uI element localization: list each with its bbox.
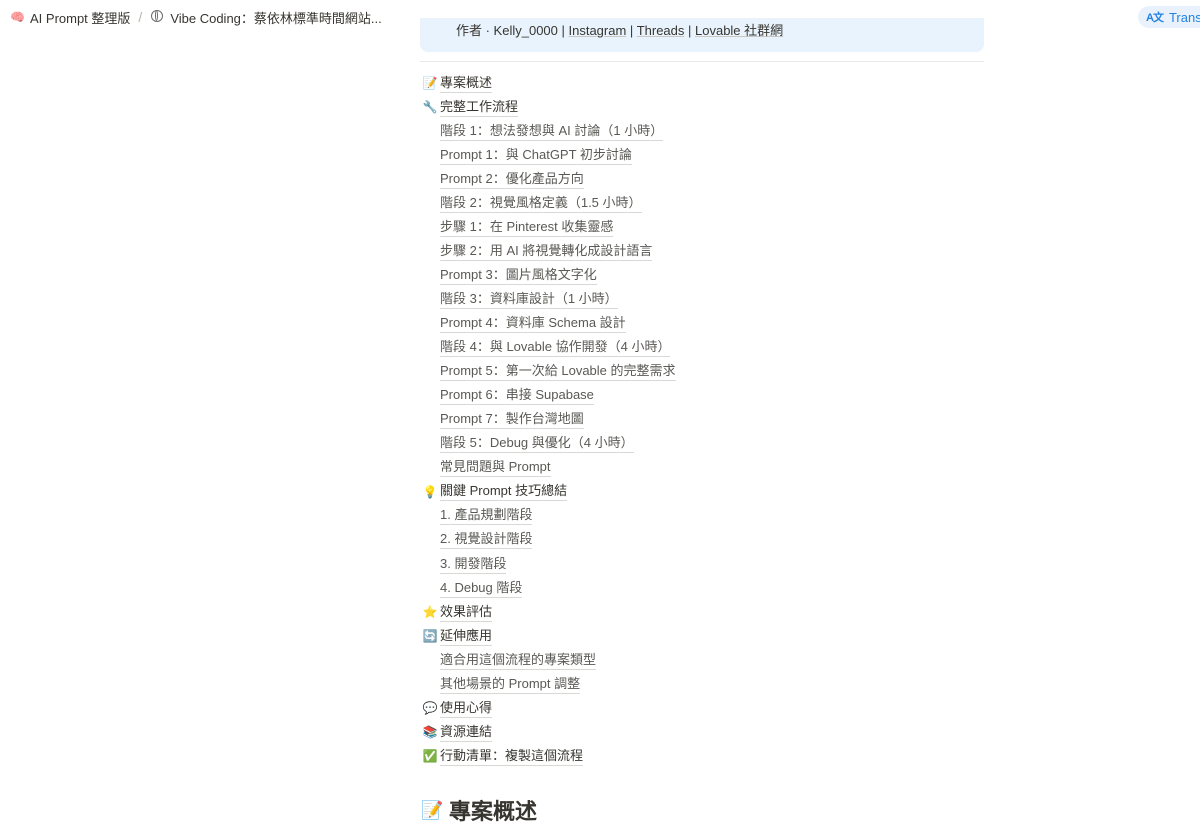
toc-item-label: Prompt 5：第一次給 Lovable 的完整需求	[440, 362, 676, 382]
instagram-link[interactable]: Instagram	[569, 23, 627, 38]
refresh-icon: 🔄	[422, 629, 438, 644]
toc-item-label: 步驟 2：用 AI 將視覺轉化成設計語言	[440, 242, 653, 261]
toc-item[interactable]: 📚 資源連結	[422, 720, 493, 744]
toc-item-label: 1. 產品規劃階段	[440, 506, 533, 526]
toc-item-label: Prompt 1：與 ChatGPT 初步討論	[440, 146, 632, 165]
toc-item-label: 完整工作流程	[440, 98, 519, 117]
section-heading-label: 專案概述	[449, 799, 538, 824]
toc-item[interactable]: 💬 使用心得	[422, 696, 493, 720]
breadcrumb-label: AI Prompt 整理版	[30, 10, 131, 26]
lightbulb-icon: 💡	[422, 484, 438, 499]
globe-icon-wrap	[150, 10, 164, 24]
toc-item[interactable]: 💡 關鍵 Prompt 技巧總結	[422, 480, 568, 504]
toc-item[interactable]: 常見問題與 Prompt	[440, 456, 551, 480]
toc-item-label: 關鍵 Prompt 技巧總結	[440, 482, 568, 502]
toc-item[interactable]: ✅ 行動清單：複製這個流程	[422, 744, 584, 768]
toc-item-label: 階段 4：與 Lovable 協作開發（4 小時）	[440, 338, 671, 358]
toc-item-label: 階段 5：Debug 與優化（4 小時）	[440, 434, 634, 454]
toc-item[interactable]: 3. 開發階段	[440, 552, 507, 576]
toc-item[interactable]: 適合用這個流程的專案類型	[440, 648, 597, 672]
toc-item-label: Prompt 6：串接 Supabase	[440, 386, 594, 406]
toc-item-label: 資源連結	[440, 723, 493, 742]
toc-item[interactable]: Prompt 7：製作台灣地圖	[440, 408, 584, 432]
toc-item-label: 行動清單：複製這個流程	[440, 747, 584, 766]
translate-icon: A文	[1146, 12, 1164, 24]
memo-icon: 📝	[422, 76, 438, 90]
toc-item-label: 階段 2：視覺風格定義（1.5 小時）	[440, 194, 642, 213]
toc-item-label: 延伸應用	[440, 627, 493, 646]
brain-icon: 🧠	[10, 10, 25, 24]
toc-item-label: 2. 視覺設計階段	[440, 530, 533, 550]
toc-item[interactable]: Prompt 6：串接 Supabase	[440, 384, 594, 408]
toc-item-label: Prompt 3：圖片風格文字化	[440, 266, 597, 285]
callout-prefix: 作者 · Kelly_0000 |	[456, 23, 565, 38]
toc-item-label: 階段 3：資料庫設計（1 小時）	[440, 290, 618, 309]
breadcrumb-item-ai-prompt[interactable]: 🧠 AI Prompt 整理版	[6, 8, 134, 27]
breadcrumb-separator: /	[138, 9, 143, 25]
breadcrumb-label: Vibe Coding：蔡依林標準時間網站...	[170, 10, 382, 26]
breadcrumb-item-vibe-coding[interactable]: Vibe Coding：蔡依林標準時間網站...	[146, 8, 385, 27]
toc-item-label: Prompt 4：資料庫 Schema 設計	[440, 314, 626, 333]
toc-item-label: 其他場景的 Prompt 調整	[440, 675, 581, 694]
toc-item[interactable]: 其他場景的 Prompt 調整	[440, 672, 581, 696]
toc-item[interactable]: Prompt 3：圖片風格文字化	[440, 263, 597, 287]
toc-item[interactable]: 階段 4：與 Lovable 協作開發（4 小時）	[440, 336, 671, 360]
toc-item-label: 效果評估	[440, 603, 493, 622]
toc-item-label: 使用心得	[440, 699, 493, 718]
toc-item[interactable]: Prompt 5：第一次給 Lovable 的完整需求	[440, 360, 676, 384]
toc-item-label: 適合用這個流程的專案類型	[440, 651, 597, 670]
toc-item[interactable]: 4. Debug 階段	[440, 576, 523, 600]
toc-item[interactable]: 🔄 延伸應用	[422, 624, 493, 648]
threads-link[interactable]: Threads	[637, 23, 685, 38]
divider	[420, 61, 984, 62]
toc-item-label: Prompt 7：製作台灣地圖	[440, 410, 584, 430]
toc-item-label: 階段 1：想法發想與 AI 討論（1 小時）	[440, 122, 664, 141]
section-heading: 📝 專案概述	[421, 794, 537, 826]
toc-item[interactable]: Prompt 1：與 ChatGPT 初步討論	[440, 143, 632, 167]
toc-item[interactable]: 階段 2：視覺風格定義（1.5 小時）	[440, 191, 642, 215]
author-callout: 作者 · Kelly_0000 | Instagram | Threads | …	[420, 18, 984, 52]
speech-bubble-icon: 💬	[422, 701, 438, 716]
toc-item[interactable]: 🔧 完整工作流程	[422, 95, 519, 119]
toc-item[interactable]: Prompt 4：資料庫 Schema 設計	[440, 312, 626, 336]
globe-icon	[151, 10, 164, 22]
toc-item[interactable]: Prompt 2：優化產品方向	[440, 167, 584, 191]
toc-item[interactable]: 步驟 2：用 AI 將視覺轉化成設計語言	[440, 239, 653, 263]
toc-item[interactable]: 📝 專案概述	[422, 71, 493, 95]
toc-item[interactable]: 階段 3：資料庫設計（1 小時）	[440, 287, 618, 311]
toc-item-label: Prompt 2：優化產品方向	[440, 170, 584, 189]
books-icon: 📚	[422, 725, 438, 740]
check-icon: ✅	[422, 749, 438, 764]
toc-item-label: 常見問題與 Prompt	[440, 458, 551, 478]
toc-item-label: 步驟 1：在 Pinterest 收集靈感	[440, 218, 614, 237]
translate-label: Translate	[1168, 9, 1200, 25]
callout-text: 作者 · Kelly_0000 | Instagram | Threads | …	[456, 23, 784, 38]
toc-item[interactable]: 階段 5：Debug 與優化（4 小時）	[440, 432, 634, 456]
toc-item[interactable]: 步驟 1：在 Pinterest 收集靈感	[440, 215, 614, 239]
translate-button[interactable]: A文 Translate	[1138, 6, 1200, 28]
memo-icon: 📝	[421, 799, 444, 820]
wrench-icon: 🔧	[422, 100, 438, 115]
toc-item-label: 4. Debug 階段	[440, 579, 523, 598]
toc-item[interactable]: 1. 產品規劃階段	[440, 504, 533, 528]
toc-item-label: 專案概述	[440, 74, 493, 93]
toc-item[interactable]: 階段 1：想法發想與 AI 討論（1 小時）	[440, 119, 664, 143]
toc-item[interactable]: 2. 視覺設計階段	[440, 528, 533, 552]
toc-item-label: 3. 開發階段	[440, 555, 507, 574]
toc-item[interactable]: ⭐ 效果評估	[422, 600, 493, 624]
star-icon: ⭐	[422, 605, 438, 620]
lovable-link[interactable]: Lovable 社群網	[695, 23, 783, 38]
